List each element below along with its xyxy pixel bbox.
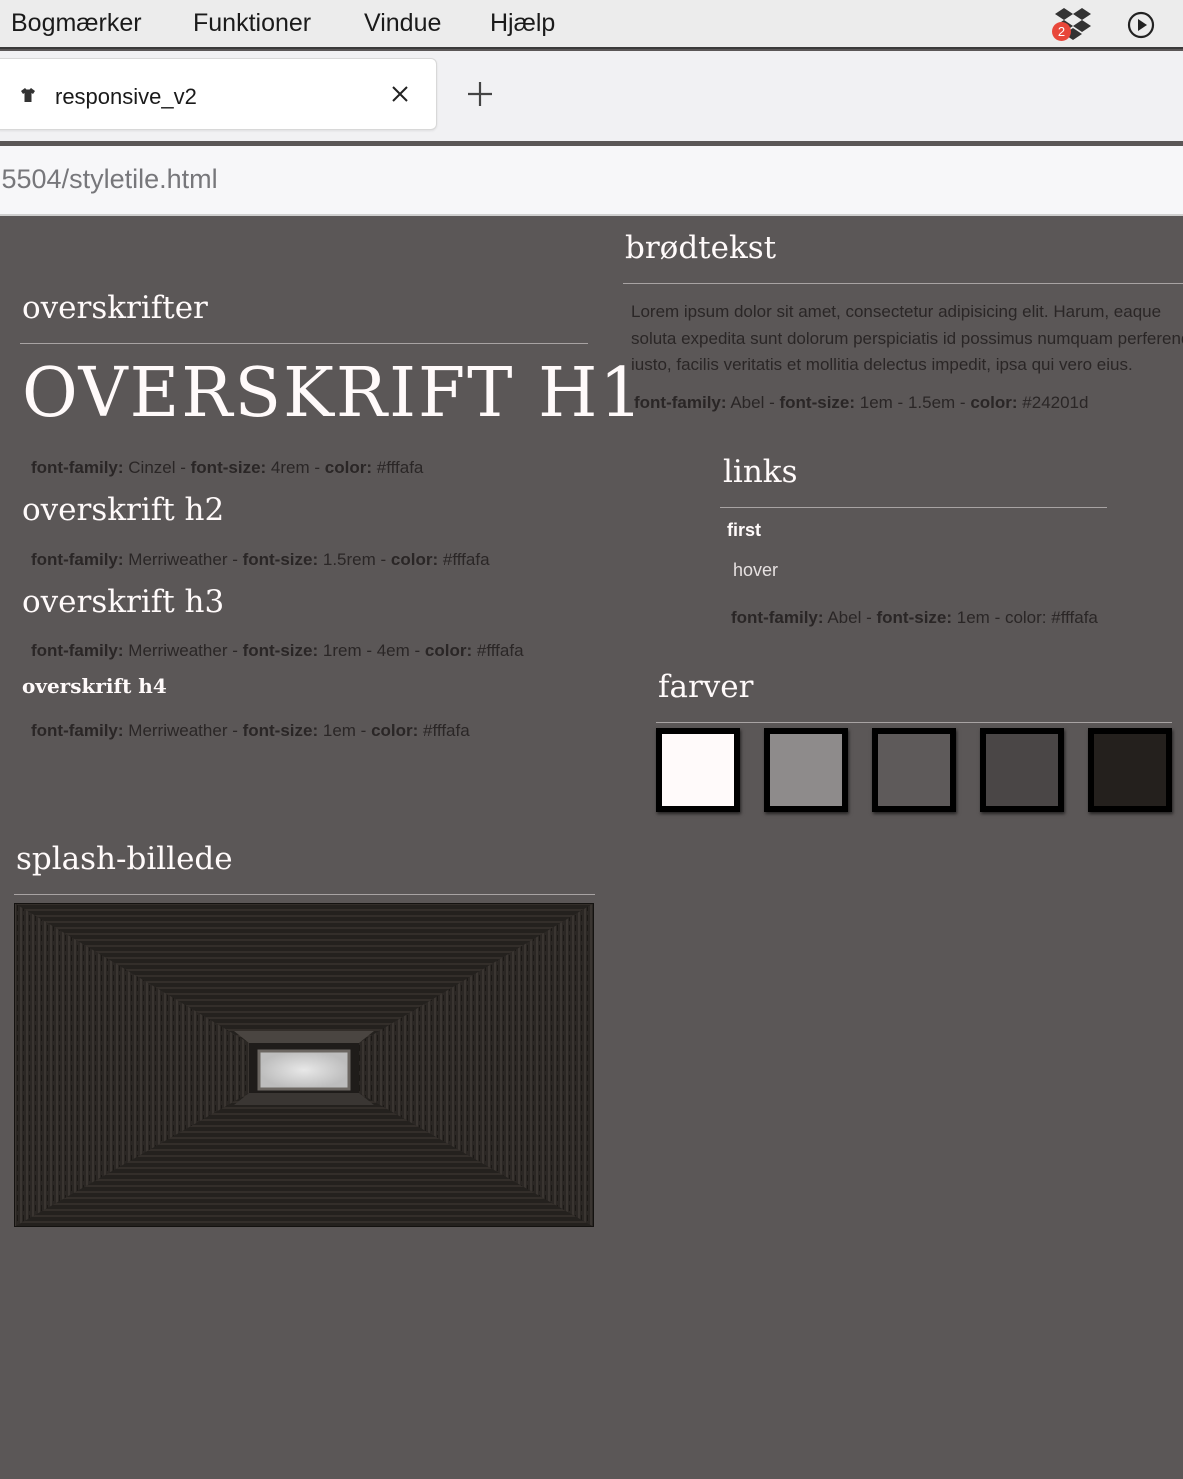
- h4-meta: font-family: Merriweather - font-size: 1…: [31, 721, 470, 740]
- divider: [656, 722, 1172, 723]
- heading-h4-sample: overskrift h4: [22, 674, 167, 698]
- divider: [623, 283, 1183, 284]
- tshirt-icon: [21, 88, 35, 102]
- menu-funktioner[interactable]: Funktioner: [193, 9, 311, 38]
- notification-badge: 2: [1052, 22, 1071, 41]
- splash-section-title: splash-billede: [16, 841, 233, 877]
- heading-h1-sample: OVERSKRIFT H1: [22, 354, 645, 433]
- menu-bogmaerker[interactable]: Bogmærker: [11, 9, 142, 38]
- links-meta: font-family: Abel - font-size: 1em - col…: [731, 608, 1098, 627]
- h3-meta: font-family: Merriweather - font-size: 1…: [31, 641, 524, 660]
- links-section-title: links: [723, 454, 798, 490]
- close-icon[interactable]: [391, 85, 409, 103]
- menu-vindue[interactable]: Vindue: [364, 9, 441, 38]
- h1-meta: font-family: Cinzel - font-size: 4rem - …: [31, 458, 424, 477]
- tab-strip: responsive_v2: [0, 51, 1183, 141]
- tab-title: responsive_v2: [55, 84, 197, 109]
- plus-icon[interactable]: [467, 81, 493, 107]
- color-swatch: [656, 728, 740, 812]
- url-text[interactable]: :5504/styletile.html: [0, 164, 218, 195]
- h2-meta: font-family: Merriweather - font-size: 1…: [31, 550, 490, 569]
- link-sample-first[interactable]: first: [727, 520, 761, 541]
- color-swatch: [1088, 728, 1172, 812]
- tab-responsive[interactable]: responsive_v2: [0, 58, 437, 130]
- headings-section-title: overskrifter: [22, 290, 208, 326]
- body-meta: font-family: Abel - font-size: 1em - 1.5…: [634, 393, 1089, 412]
- divider: [20, 343, 588, 344]
- heading-h3-sample: overskrift h3: [22, 584, 225, 620]
- color-swatch: [980, 728, 1064, 812]
- link-sample-hover[interactable]: hover: [733, 560, 778, 581]
- divider: [14, 894, 595, 895]
- color-swatch: [764, 728, 848, 812]
- color-swatch: [872, 728, 956, 812]
- divider: [720, 507, 1107, 508]
- menu-bar: Bogmærker Funktioner Vindue Hjælp 2: [0, 0, 1183, 49]
- play-circle-icon[interactable]: [1127, 11, 1155, 39]
- colors-section-title: farver: [658, 669, 754, 705]
- body-text-sample: Lorem ipsum dolor sit amet, consectetur …: [631, 302, 1183, 374]
- menu-hjaelp[interactable]: Hjælp: [490, 9, 555, 38]
- heading-h2-sample: overskrift h2: [22, 492, 225, 528]
- splash-tunnel-image: [14, 903, 594, 1227]
- address-bar[interactable]: :5504/styletile.html: [0, 146, 1183, 216]
- body-section-title: brødtekst: [625, 230, 777, 266]
